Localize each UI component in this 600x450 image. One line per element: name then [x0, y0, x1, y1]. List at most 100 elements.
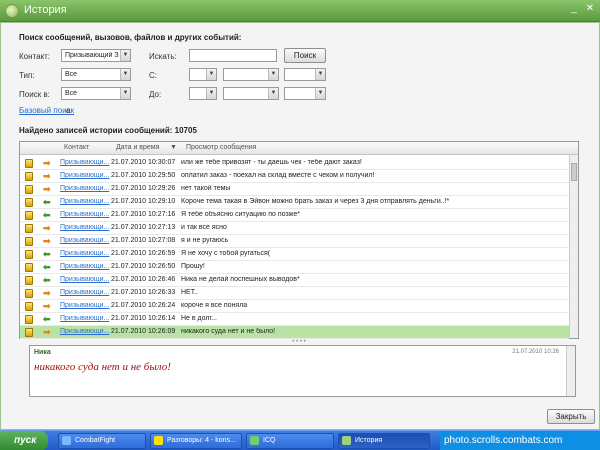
- user-icon: [25, 289, 33, 298]
- scroll-thumb[interactable]: [571, 163, 577, 181]
- task-combatfight[interactable]: CombatFight: [58, 433, 146, 449]
- user-icon: [25, 159, 33, 168]
- searchin-label: Поиск в:: [19, 90, 50, 99]
- grid-scrollbar[interactable]: [569, 155, 578, 338]
- row-contact[interactable]: Призывающи...: [60, 250, 110, 257]
- row-message: нет такой темы: [181, 185, 231, 192]
- search-button[interactable]: Поиск: [284, 48, 326, 63]
- close-icon[interactable]: ✕: [584, 3, 596, 15]
- row-contact[interactable]: Призывающи...: [60, 289, 110, 296]
- row-contact[interactable]: Призывающи...: [60, 211, 110, 218]
- from-year-select[interactable]: ▼: [284, 68, 326, 81]
- row-message: НЕТ..: [181, 289, 199, 296]
- start-button[interactable]: пуск: [0, 431, 48, 450]
- table-row[interactable]: ➡ Призывающи... 21.07.2010 10:26:33 НЕТ..: [20, 287, 569, 300]
- col-contact[interactable]: Контакт: [64, 144, 89, 151]
- table-row[interactable]: ⬅ Призывающи... 21.07.2010 10:26:50 Прошу!: [20, 261, 569, 274]
- user-icon: [25, 185, 33, 194]
- user-icon: [25, 211, 33, 220]
- preview-sender: Ника: [34, 349, 51, 356]
- table-row[interactable]: ➡ Призывающи... 21.07.2010 10:29:26 нет так…: [20, 183, 569, 196]
- row-message: и так все ясно: [181, 224, 227, 231]
- task-icq[interactable]: ICQ: [246, 433, 334, 449]
- row-contact[interactable]: Призывающи...: [60, 224, 110, 231]
- row-contact[interactable]: Призывающи...: [60, 276, 110, 283]
- table-row[interactable]: ➡ Призывающи... 21.07.2010 10:27:08 я и не …: [20, 235, 569, 248]
- window-title: История: [24, 4, 67, 16]
- incoming-arrow-icon: ⬅: [43, 210, 51, 220]
- to-year-select[interactable]: ▼: [284, 87, 326, 100]
- row-contact[interactable]: Призывающи...: [60, 185, 110, 192]
- row-message: я и не ругаюсь: [181, 237, 229, 244]
- row-message: короче я все поняла: [181, 302, 248, 309]
- table-row[interactable]: ➡ Призывающи... 21.07.2010 10:30:07 или же …: [20, 157, 569, 170]
- table-row[interactable]: ➡ Призывающи... 21.07.2010 10:26:09 никаког…: [20, 326, 569, 339]
- row-contact[interactable]: Призывающи...: [60, 198, 110, 205]
- row-contact[interactable]: Призывающи...: [60, 263, 110, 270]
- table-row[interactable]: ⬅ Призывающи... 21.07.2010 10:26:14 Не в до…: [20, 313, 569, 326]
- row-datetime: 21.07.2010 10:26:24: [111, 302, 176, 309]
- watermark-text: photo.scrolls.combats.com: [440, 431, 600, 450]
- table-row[interactable]: ⬅ Призывающи... 21.07.2010 10:26:46 Ника не…: [20, 274, 569, 287]
- contact-select[interactable]: Призывающий Зл ▼: [61, 49, 131, 62]
- searchin-select[interactable]: Все ▼: [61, 87, 131, 100]
- row-datetime: 21.07.2010 10:29:50: [111, 172, 176, 179]
- table-row[interactable]: ⬅ Призывающи... 21.07.2010 10:26:59 Я не хо…: [20, 248, 569, 261]
- table-row[interactable]: ➡ Призывающи... 21.07.2010 10:29:50 оплатил…: [20, 170, 569, 183]
- to-month-select[interactable]: ▼: [223, 87, 279, 100]
- outgoing-arrow-icon: ➡: [43, 301, 51, 311]
- table-row[interactable]: ➡ Призывающи... 21.07.2010 10:27:13 и так в…: [20, 222, 569, 235]
- results-count: Найдено записей истории сообщений: 10705: [19, 126, 197, 135]
- row-message: Короче тема такая в Эйвон можно брать за…: [181, 198, 450, 205]
- history-window: Поиск сообщений, вызовов, файлов и други…: [0, 22, 600, 430]
- minimize-icon[interactable]: _: [568, 3, 580, 15]
- row-contact[interactable]: Призывающи...: [60, 315, 110, 322]
- row-message: Я не хочу с тобой ругаться(: [181, 250, 271, 257]
- outgoing-arrow-icon: ➡: [43, 184, 51, 194]
- task-history[interactable]: История: [338, 433, 430, 449]
- search-label: Искать:: [149, 52, 177, 61]
- outgoing-arrow-icon: ➡: [43, 171, 51, 181]
- row-message: Не в долг...: [181, 315, 217, 322]
- message-preview: Ника 21.07.2010 10:26 никакого суда нет …: [29, 345, 576, 397]
- outgoing-arrow-icon: ➡: [43, 223, 51, 233]
- from-month-select[interactable]: ▼: [223, 68, 279, 81]
- table-row[interactable]: ⬅ Призывающи... 21.07.2010 10:27:16 Я тебе …: [20, 209, 569, 222]
- preview-date: 21.07.2010 10:26: [512, 349, 559, 355]
- folder-icon: [154, 436, 163, 445]
- row-contact[interactable]: Призывающи...: [60, 302, 110, 309]
- outgoing-arrow-icon: ➡: [43, 327, 51, 337]
- user-icon: [25, 198, 33, 207]
- row-contact[interactable]: Призывающи...: [60, 237, 110, 244]
- row-datetime: 21.07.2010 10:27:08: [111, 237, 176, 244]
- close-button[interactable]: Закрыть: [547, 409, 595, 424]
- basic-search-suffix: a: [66, 106, 71, 115]
- sort-desc-icon: ▼: [170, 144, 177, 151]
- title-bar: История _ ✕: [0, 0, 600, 22]
- row-datetime: 21.07.2010 10:26:14: [111, 315, 176, 322]
- row-contact[interactable]: Призывающи...: [60, 159, 110, 166]
- col-datetime[interactable]: Дата и время: [116, 144, 159, 151]
- task-conversations[interactable]: Разговоры: 4 - kons...: [150, 433, 242, 449]
- row-datetime: 21.07.2010 10:27:13: [111, 224, 176, 231]
- search-input[interactable]: [189, 49, 277, 62]
- to-day-select[interactable]: ▼: [189, 87, 217, 100]
- table-row[interactable]: ⬅ Призывающи... 21.07.2010 10:29:10 Короче …: [20, 196, 569, 209]
- chevron-down-icon: ▼: [120, 50, 130, 61]
- type-select[interactable]: Все ▼: [61, 68, 131, 81]
- incoming-arrow-icon: ⬅: [43, 262, 51, 272]
- history-grid: Контакт Дата и время ▼ Просмотр сообщени…: [19, 141, 579, 339]
- outgoing-arrow-icon: ➡: [43, 158, 51, 168]
- row-datetime: 21.07.2010 10:26:50: [111, 263, 176, 270]
- table-row[interactable]: ➡ Призывающи... 21.07.2010 10:26:24 короче …: [20, 300, 569, 313]
- row-datetime: 21.07.2010 10:26:46: [111, 276, 176, 283]
- col-preview[interactable]: Просмотр сообщения: [186, 144, 256, 151]
- from-day-select[interactable]: ▼: [189, 68, 217, 81]
- row-message: Ника не делай поспешных выводов*: [181, 276, 300, 283]
- row-contact[interactable]: Призывающи...: [60, 172, 110, 179]
- incoming-arrow-icon: ⬅: [43, 275, 51, 285]
- row-message: оплатил заказ - поехал на склад вместе с…: [181, 172, 375, 179]
- row-contact[interactable]: Призывающи...: [60, 328, 110, 335]
- preview-scrollbar[interactable]: [566, 346, 575, 396]
- row-datetime: 21.07.2010 10:26:33: [111, 289, 176, 296]
